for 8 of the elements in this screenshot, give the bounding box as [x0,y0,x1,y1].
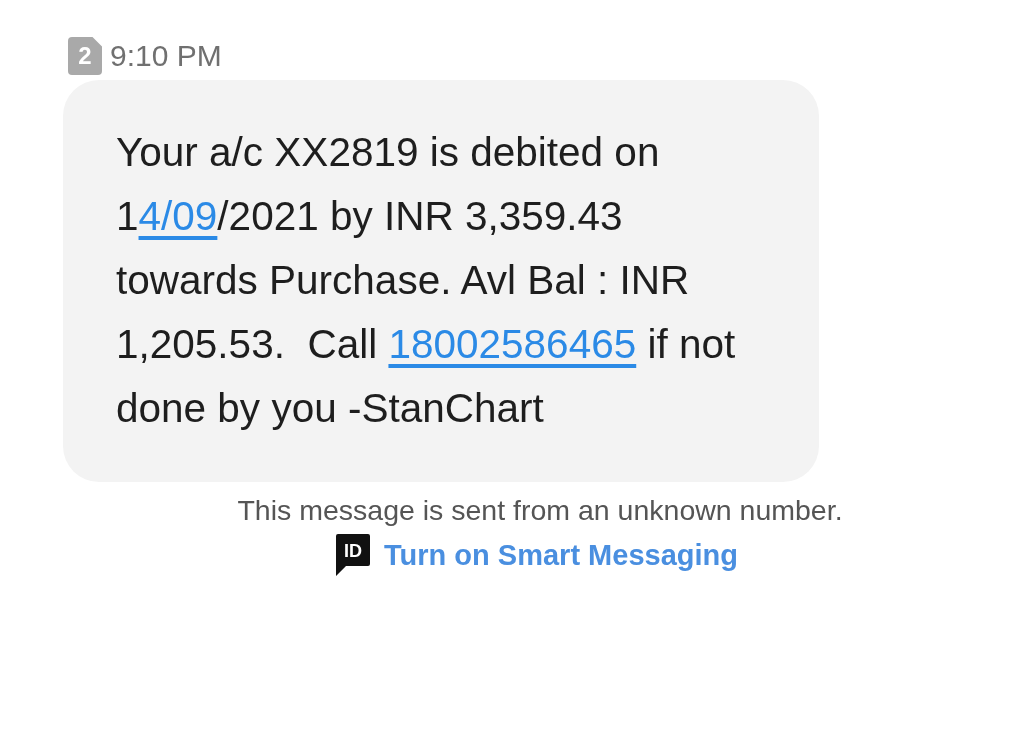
unknown-sender-notice: This message is sent from an unknown number. [236,493,844,528]
message-text: Your a/c XX2819 is debited on 14/09/2021 by INR 3,359.43 towards Purchase. Avl Bal : INR 1,205.53. Call 18002586465 if not done by you -StanChart [116,128,737,433]
id-badge-icon: ID [334,534,370,578]
message-time: 9:10 PM [110,38,222,74]
message-link[interactable]: 4/09 [138,193,218,239]
sim-badge: 2 [68,37,102,75]
message-link[interactable]: 18002586465 [388,321,637,367]
smart-messaging-link[interactable]: Turn on Smart Messaging [384,534,738,578]
